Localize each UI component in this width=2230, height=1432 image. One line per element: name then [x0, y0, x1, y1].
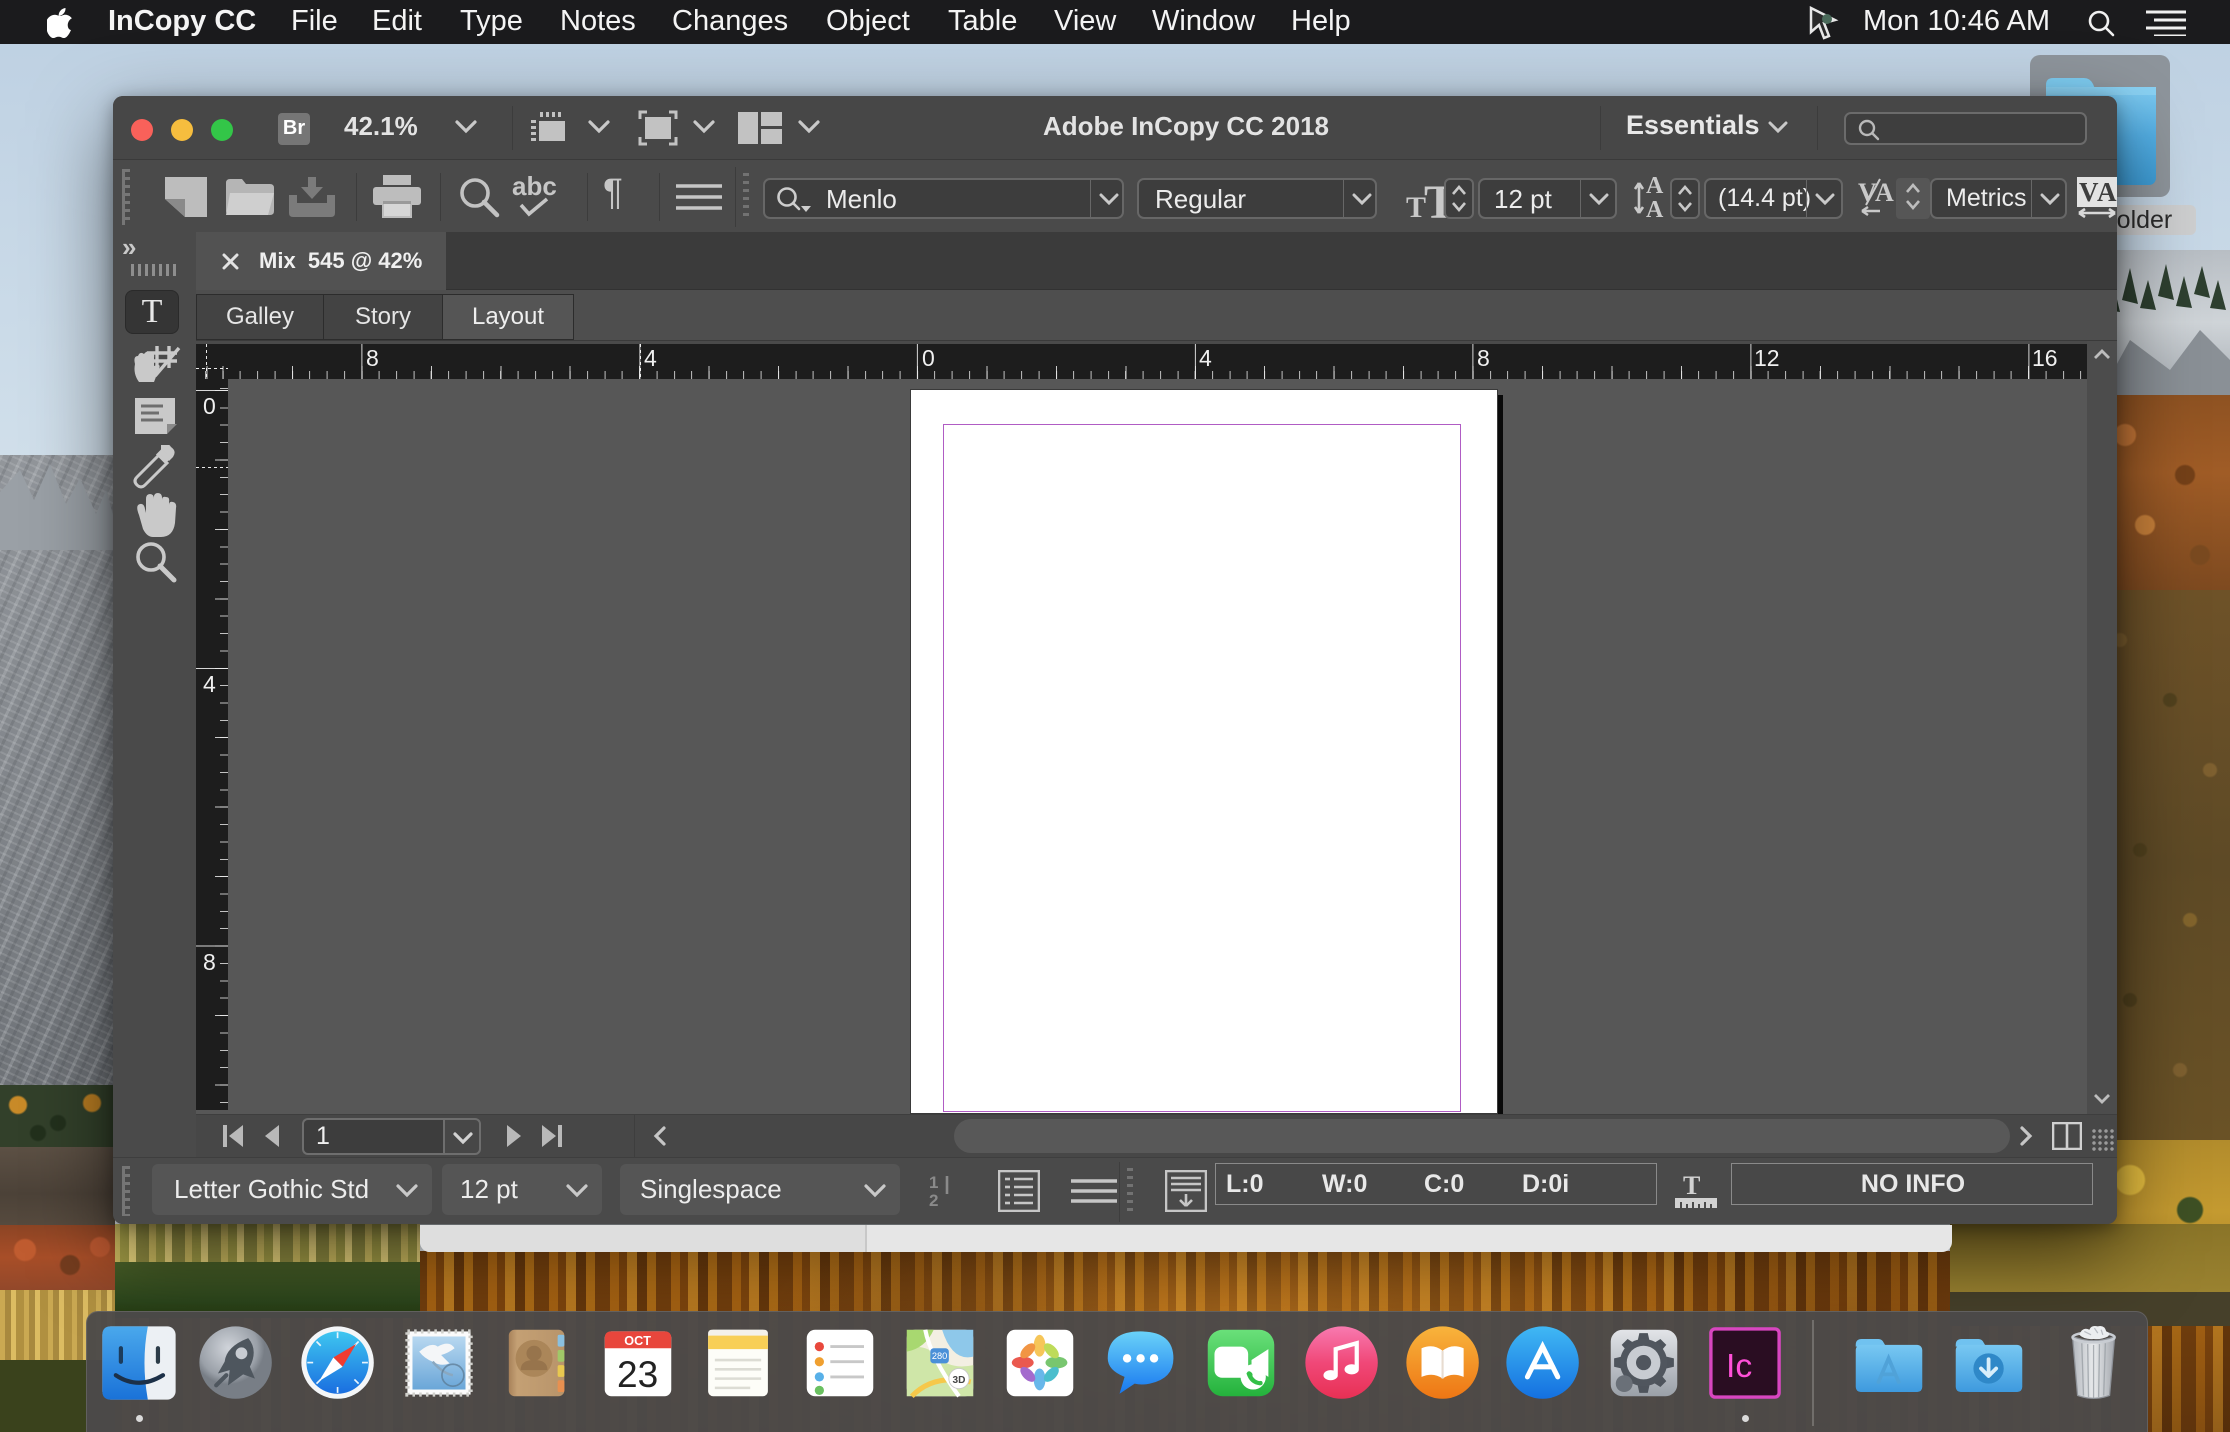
- svg-text:280: 280: [932, 1351, 947, 1361]
- svg-text:T: T: [1406, 191, 1426, 219]
- svg-text:T: T: [1683, 1172, 1700, 1200]
- svg-text:A: A: [1646, 197, 1664, 221]
- svg-text:A: A: [2097, 177, 2117, 207]
- svg-text:1: 1: [929, 1173, 938, 1192]
- svg-text:V: V: [2079, 177, 2099, 207]
- svg-text:A: A: [1646, 175, 1664, 199]
- svg-text:3D: 3D: [952, 1375, 965, 1386]
- svg-text:23: 23: [617, 1353, 658, 1395]
- svg-text:2: 2: [929, 1191, 938, 1210]
- svg-text:OCT: OCT: [624, 1334, 651, 1348]
- svg-text:Ic: Ic: [1726, 1348, 1752, 1385]
